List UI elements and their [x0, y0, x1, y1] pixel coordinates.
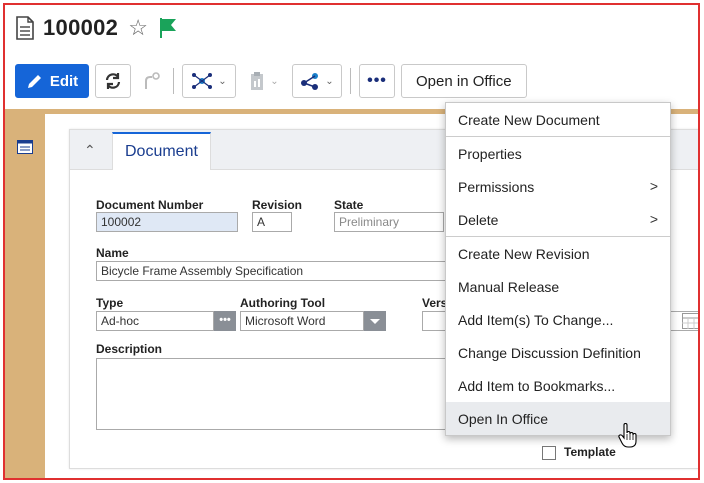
toolbar-divider	[173, 68, 174, 94]
menu-item-label: Add Item(s) To Change...	[458, 311, 614, 328]
edit-label: Edit	[49, 72, 79, 90]
menu-item-label: Properties	[458, 145, 522, 162]
collapse-chevron-icon[interactable]: ⌃	[84, 142, 96, 159]
description-label: Description	[96, 342, 163, 356]
type-lookup-button[interactable]: •••	[214, 311, 236, 331]
chevron-down-icon: ⌄	[218, 75, 227, 87]
form-view-icon[interactable]	[17, 140, 33, 154]
name-field[interactable]: Bicycle Frame Assembly Specification	[96, 261, 456, 281]
toolbar: Edit ⌄ ⌄ ⌄ ••• Open in Office	[15, 61, 533, 101]
menu-item-label: Manual Release	[458, 278, 560, 295]
toolbar-divider	[350, 68, 351, 94]
refresh-button[interactable]	[95, 64, 131, 98]
menu-item-properties[interactable]: Properties	[446, 137, 670, 170]
clipboard-icon	[251, 72, 264, 90]
app-window: 100002 ☆ Edit ⌄ ⌄ ⌄ ••• Open in Office ⌃…	[3, 3, 700, 480]
description-textarea[interactable]	[96, 358, 456, 430]
menu-item-change-discussion-definition[interactable]: Change Discussion Definition	[446, 336, 670, 369]
sidebar-strip	[5, 114, 45, 478]
state-label: State	[334, 198, 364, 212]
chevron-down-icon: ⌄	[325, 75, 334, 87]
more-actions-menu: Create New Document Properties Permissio…	[445, 102, 671, 436]
revision-field: A	[252, 212, 292, 232]
authoring-tool-label: Authoring Tool	[240, 296, 326, 310]
menu-item-label: Create New Document	[458, 111, 600, 128]
menu-item-create-new-document[interactable]: Create New Document	[446, 103, 670, 136]
state-field: Preliminary	[334, 212, 444, 232]
type-field[interactable]: Ad-hoc	[96, 311, 214, 331]
menu-item-manual-release[interactable]: Manual Release	[446, 270, 670, 303]
structure-view-button[interactable]: ⌄	[182, 64, 236, 98]
open-in-office-label: Open in Office	[416, 72, 512, 90]
menu-item-label: Change Discussion Definition	[458, 344, 641, 361]
favorite-star-icon[interactable]: ☆	[128, 15, 148, 41]
pencil-icon	[27, 75, 41, 88]
type-label: Type	[96, 296, 124, 310]
chevron-down-icon: ⌄	[270, 75, 279, 87]
document-icon	[16, 16, 34, 40]
refresh-icon	[105, 73, 121, 89]
more-actions-button[interactable]: •••	[359, 64, 395, 98]
hand-cursor-icon	[618, 423, 637, 448]
menu-item-create-new-revision[interactable]: Create New Revision	[446, 237, 670, 270]
revision-label: Revision	[252, 198, 303, 212]
share-button[interactable]: ⌄	[292, 64, 342, 98]
chevron-right-icon: >	[649, 178, 658, 194]
share-icon	[301, 73, 319, 90]
template-checkbox[interactable]	[542, 446, 556, 460]
calendar-icon[interactable]	[682, 313, 700, 329]
edit-button[interactable]: Edit	[15, 64, 89, 98]
menu-item-label: Add Item to Bookmarks...	[458, 377, 616, 394]
menu-item-label: Delete	[458, 211, 499, 228]
chevron-right-icon: >	[649, 211, 658, 227]
claim-icon	[145, 72, 160, 89]
tab-document[interactable]: Document	[112, 132, 211, 170]
open-in-office-button[interactable]: Open in Office	[401, 64, 527, 98]
more-icon: •••	[367, 72, 387, 89]
menu-item-delete[interactable]: Delete >	[446, 203, 670, 236]
menu-item-label: Permissions	[458, 178, 535, 195]
authoring-tool-select[interactable]: Microsoft Word	[240, 311, 364, 331]
claim-button[interactable]	[137, 64, 167, 98]
page-title: 100002	[43, 15, 119, 40]
document-number-field: 100002	[96, 212, 238, 232]
tab-label: Document	[125, 143, 198, 160]
dropdown-arrow-icon[interactable]	[364, 311, 386, 331]
menu-item-add-items-to-change[interactable]: Add Item(s) To Change...	[446, 303, 670, 336]
flag-icon[interactable]	[158, 17, 178, 39]
title-bar: 100002 ☆	[15, 13, 178, 43]
menu-item-label: Create New Revision	[458, 245, 590, 262]
version-label: Vers	[422, 296, 448, 310]
name-label: Name	[96, 246, 129, 260]
network-icon	[192, 73, 213, 89]
document-number-label: Document Number	[96, 198, 204, 212]
template-label: Template	[564, 445, 616, 459]
menu-item-label: Open In Office	[458, 410, 549, 427]
clipboard-button[interactable]: ⌄	[242, 64, 286, 98]
menu-item-add-item-to-bookmarks[interactable]: Add Item to Bookmarks...	[446, 369, 670, 402]
menu-item-permissions[interactable]: Permissions >	[446, 170, 670, 203]
